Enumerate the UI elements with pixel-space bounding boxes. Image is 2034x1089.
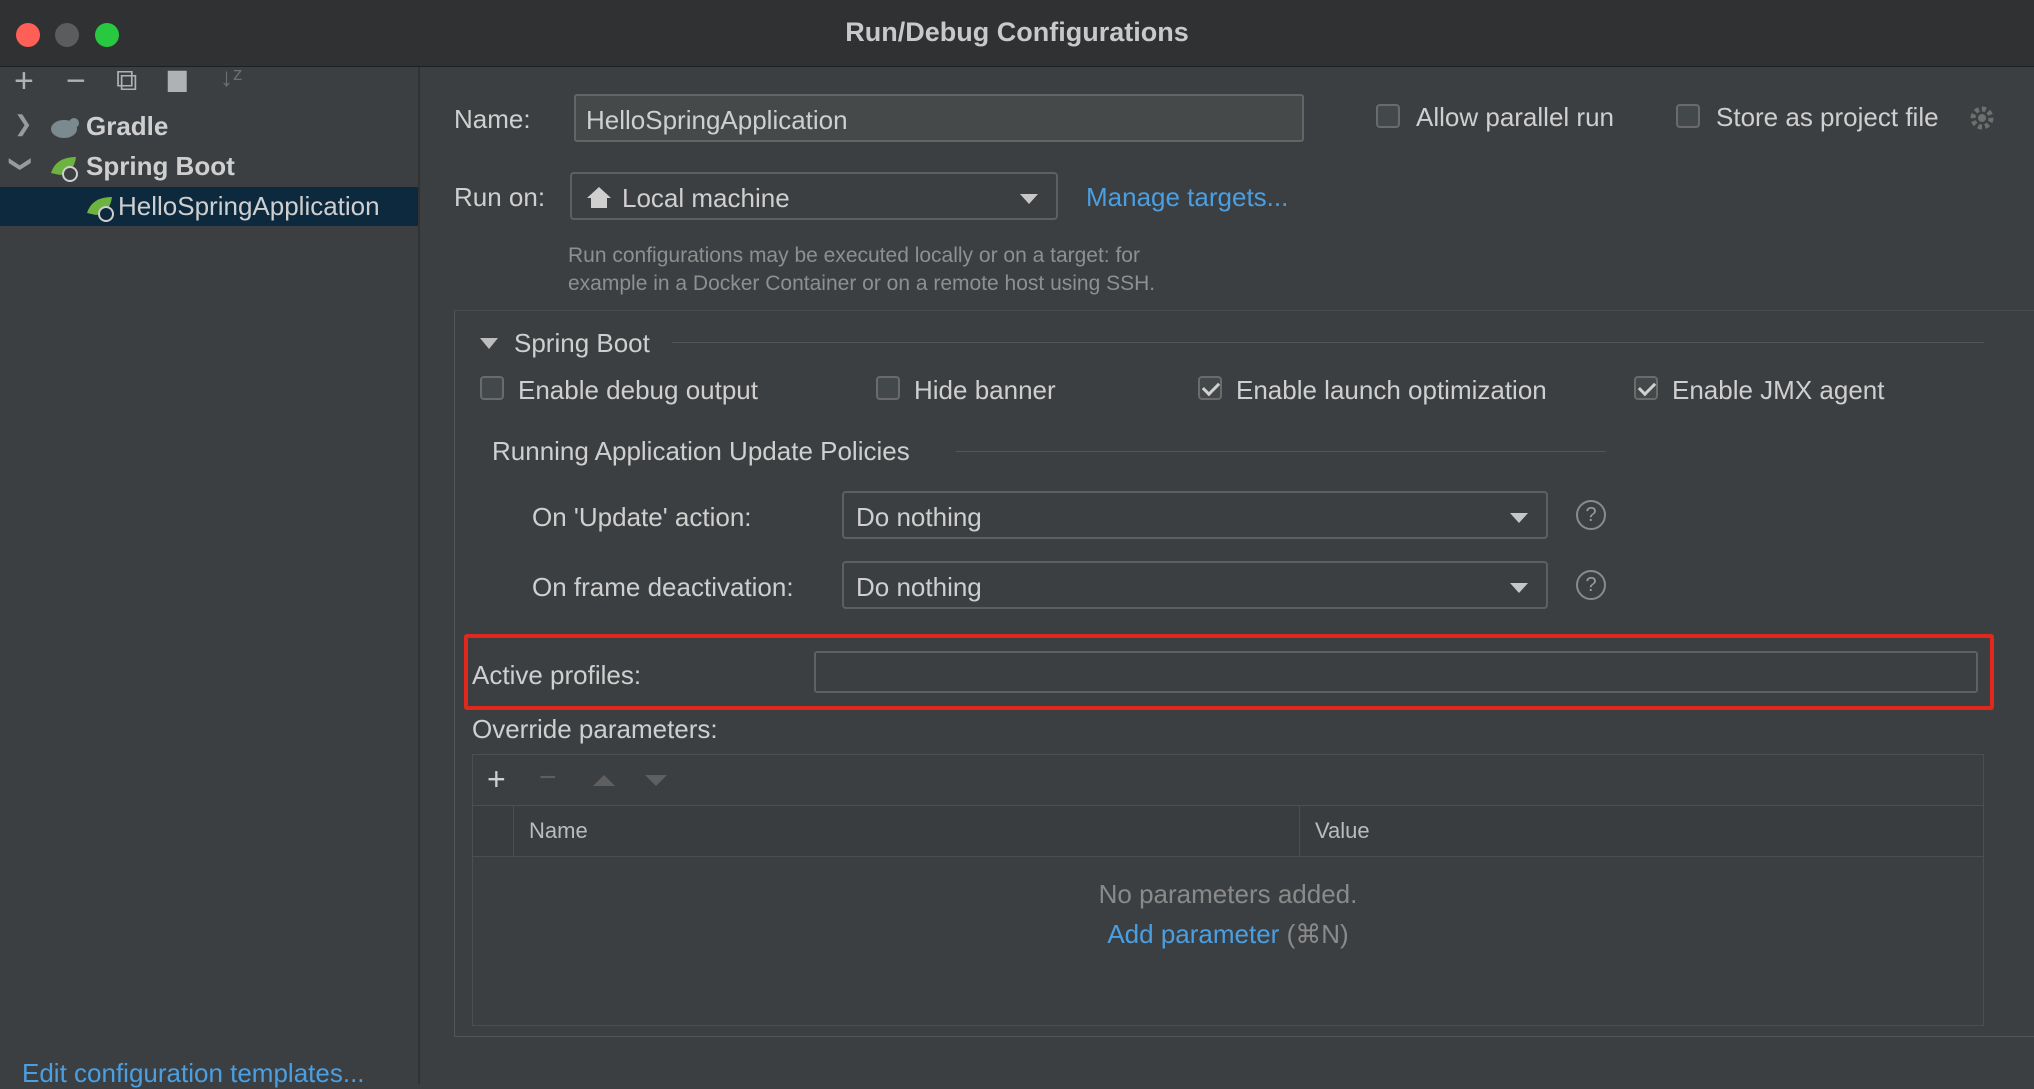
tree-item-spring-boot[interactable]: ❯ Spring Boot (0, 147, 418, 187)
move-up-icon[interactable] (593, 775, 615, 786)
add-parameter-shortcut: (⌘N) (1286, 919, 1349, 949)
title-bar: Run/Debug Configurations (0, 0, 2034, 67)
update-policies-title: Running Application Update Policies (492, 436, 910, 466)
tree-item-label: HelloSpringApplication (118, 191, 380, 221)
gear-icon[interactable] (1968, 104, 1996, 132)
enable-jmx-agent-checkbox[interactable] (1634, 376, 1658, 400)
add-icon[interactable]: + (14, 62, 34, 101)
chevron-down-icon (1020, 194, 1038, 204)
frame-deactivation-combo[interactable]: Do nothing (842, 561, 1548, 609)
manage-targets-link[interactable]: Manage targets... (1086, 182, 1288, 213)
tree-item-label: Spring Boot (86, 151, 235, 181)
name-field[interactable]: HelloSpringApplication (574, 94, 1304, 142)
spring-boot-section-title: Spring Boot (514, 328, 650, 358)
enable-debug-output-label: Enable debug output (518, 375, 758, 405)
frame-deactivation-value: Do nothing (856, 572, 982, 602)
column-header-name[interactable]: Name (529, 818, 588, 844)
empty-table-text: No parameters added. (1098, 879, 1358, 909)
store-project-file-checkbox[interactable] (1676, 104, 1700, 128)
name-field-value: HelloSpringApplication (586, 105, 848, 135)
policies-divider (956, 451, 1606, 452)
chevron-down-icon (1510, 583, 1528, 593)
chevron-down-icon[interactable]: ❯ (8, 155, 34, 173)
chevron-down-icon (1510, 513, 1528, 523)
run-on-hint-line2: example in a Docker Container or on a re… (568, 272, 1156, 295)
update-action-combo[interactable]: Do nothing (842, 491, 1548, 539)
column-divider (1299, 806, 1300, 856)
store-project-file-label: Store as project file (1716, 102, 1939, 132)
home-icon (587, 187, 611, 208)
tree-item-hello-spring-application[interactable]: HelloSpringApplication (0, 187, 418, 226)
help-icon[interactable]: ? (1576, 500, 1606, 530)
update-action-label: On 'Update' action: (532, 502, 752, 532)
name-label: Name: (454, 104, 531, 134)
spring-boot-icon (51, 157, 78, 182)
enable-jmx-agent-label: Enable JMX agent (1672, 375, 1885, 405)
column-divider (513, 806, 514, 856)
override-parameters-label: Override parameters: (472, 714, 718, 744)
parameters-table: + − Name Value No parameters added. Add … (472, 754, 1984, 1026)
move-down-icon[interactable] (645, 775, 667, 786)
enable-launch-optimization-checkbox[interactable] (1198, 376, 1222, 400)
sort-icon[interactable]: ↓ᶻ (220, 62, 242, 93)
allow-parallel-label: Allow parallel run (1416, 102, 1614, 132)
update-action-value: Do nothing (856, 502, 982, 532)
frame-deactivation-label: On frame deactivation: (532, 572, 794, 602)
add-parameter-link[interactable]: Add parameter (1107, 919, 1279, 949)
new-folder-icon[interactable]: ▆ (168, 64, 186, 93)
tree-item-label: Gradle (86, 111, 169, 141)
run-on-value: Local machine (622, 183, 790, 213)
copy-icon[interactable]: ⧉ (116, 64, 137, 98)
spring-boot-icon (87, 197, 114, 222)
triangle-down-icon[interactable] (480, 338, 498, 349)
edit-configuration-templates-link[interactable]: Edit configuration templates... (22, 1058, 365, 1089)
column-header-value[interactable]: Value (1315, 818, 1370, 844)
run-on-combo[interactable]: Local machine (570, 172, 1058, 220)
hide-banner-label: Hide banner (914, 375, 1056, 405)
table-header: Name Value (473, 805, 1983, 857)
active-profiles-label: Active profiles: (472, 660, 642, 690)
hide-banner-checkbox[interactable] (876, 376, 900, 400)
run-on-label: Run on: (454, 182, 546, 212)
enable-launch-optimization-label: Enable launch optimization (1236, 375, 1547, 405)
tree-item-gradle[interactable]: ❯ Gradle (0, 107, 418, 147)
window-title: Run/Debug Configurations (845, 17, 1189, 47)
enable-debug-output-checkbox[interactable] (480, 376, 504, 400)
add-icon[interactable]: + (487, 761, 506, 798)
run-on-hint-line1: Run configurations may be executed local… (568, 244, 1140, 267)
gradle-icon (51, 118, 79, 138)
section-divider (672, 342, 1984, 343)
remove-icon[interactable]: − (66, 62, 86, 101)
active-profiles-field[interactable] (814, 651, 1978, 693)
help-icon[interactable]: ? (1576, 570, 1606, 600)
add-parameter-row: Add parameter (⌘N) (473, 919, 1983, 950)
remove-icon[interactable]: − (539, 761, 557, 795)
allow-parallel-checkbox[interactable] (1376, 104, 1400, 128)
chevron-right-icon[interactable]: ❯ (14, 111, 32, 137)
